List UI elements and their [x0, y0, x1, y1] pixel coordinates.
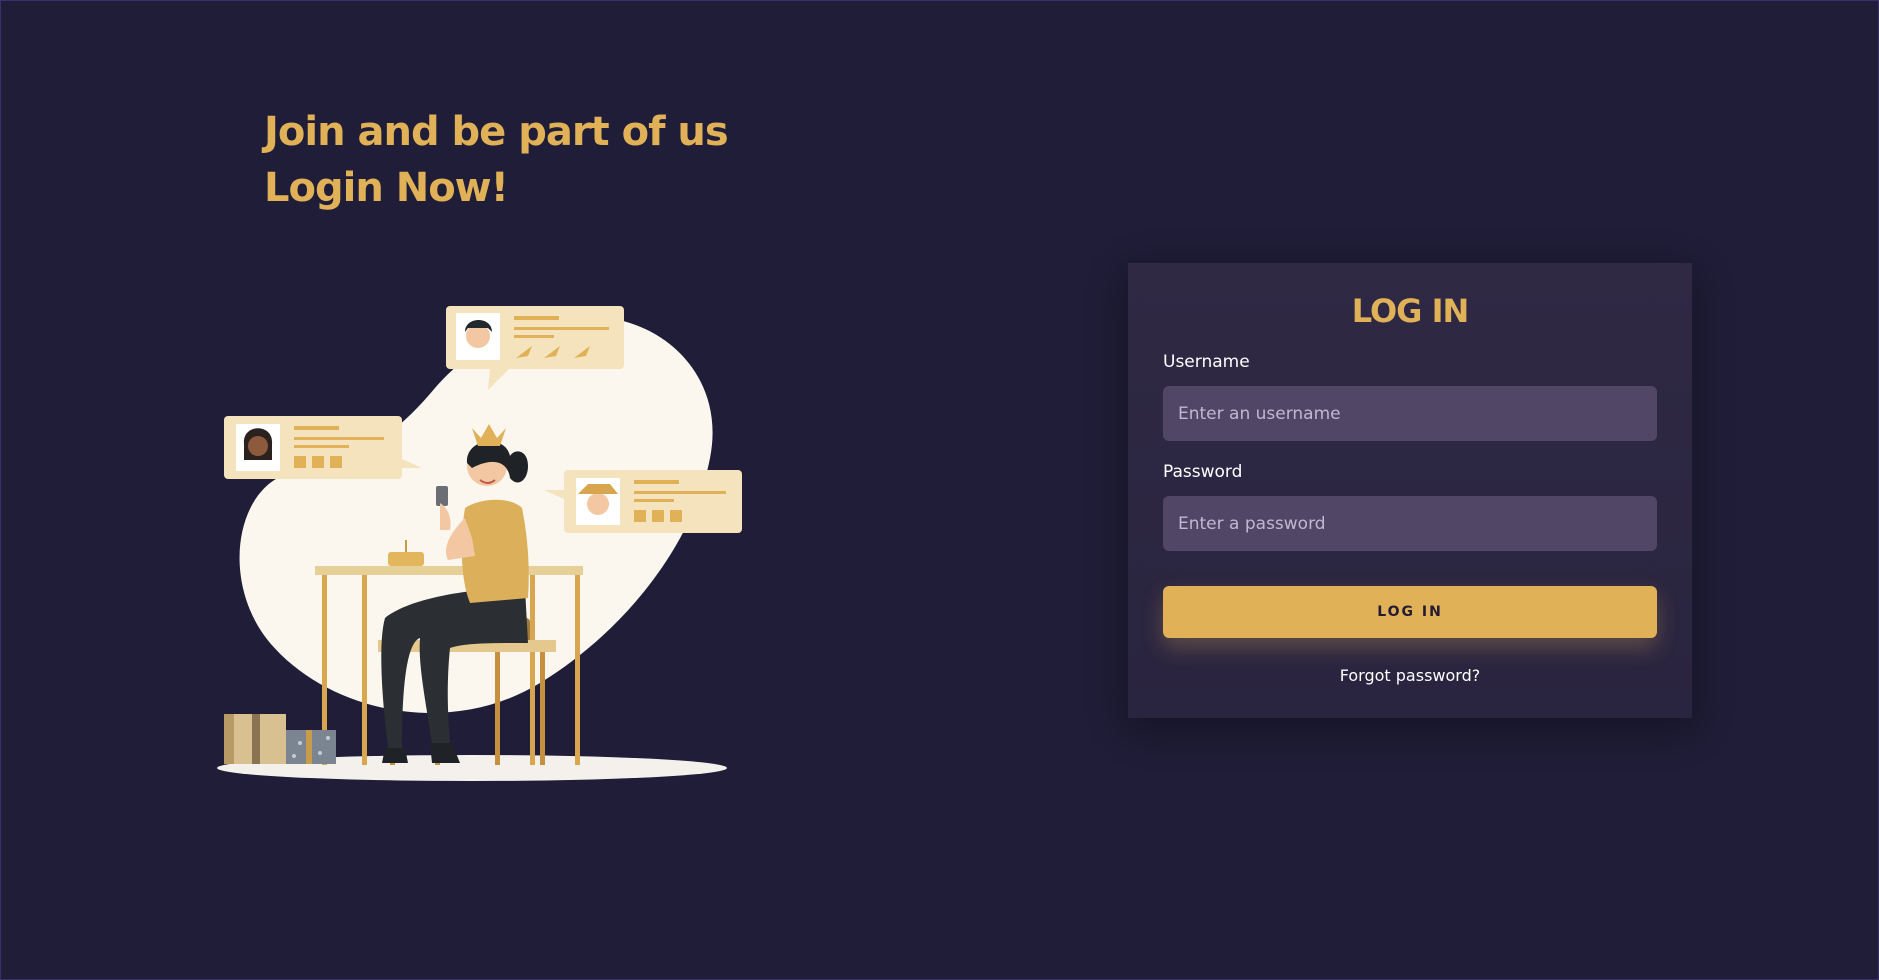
username-input[interactable]	[1163, 386, 1657, 441]
table-top	[315, 566, 583, 575]
chat-bubble-right	[544, 470, 742, 533]
celebration-chat-illustration	[217, 306, 742, 781]
hero-line-2: Login Now!	[264, 165, 509, 211]
username-label: Username	[1163, 352, 1250, 372]
password-input[interactable]	[1163, 496, 1657, 551]
cake	[388, 552, 424, 566]
forgot-password-link[interactable]: Forgot password?	[1163, 666, 1657, 685]
phone	[436, 486, 448, 506]
login-button[interactable]: LOG IN	[1163, 586, 1657, 638]
login-card	[1128, 263, 1692, 718]
chat-bubble-left	[224, 416, 422, 479]
hero-heading: Join and be part of us Login Now!	[264, 104, 729, 216]
login-title: LOG IN	[1351, 292, 1470, 330]
password-label: Password	[1163, 462, 1243, 482]
hero-line-1: Join and be part of us	[264, 109, 729, 155]
